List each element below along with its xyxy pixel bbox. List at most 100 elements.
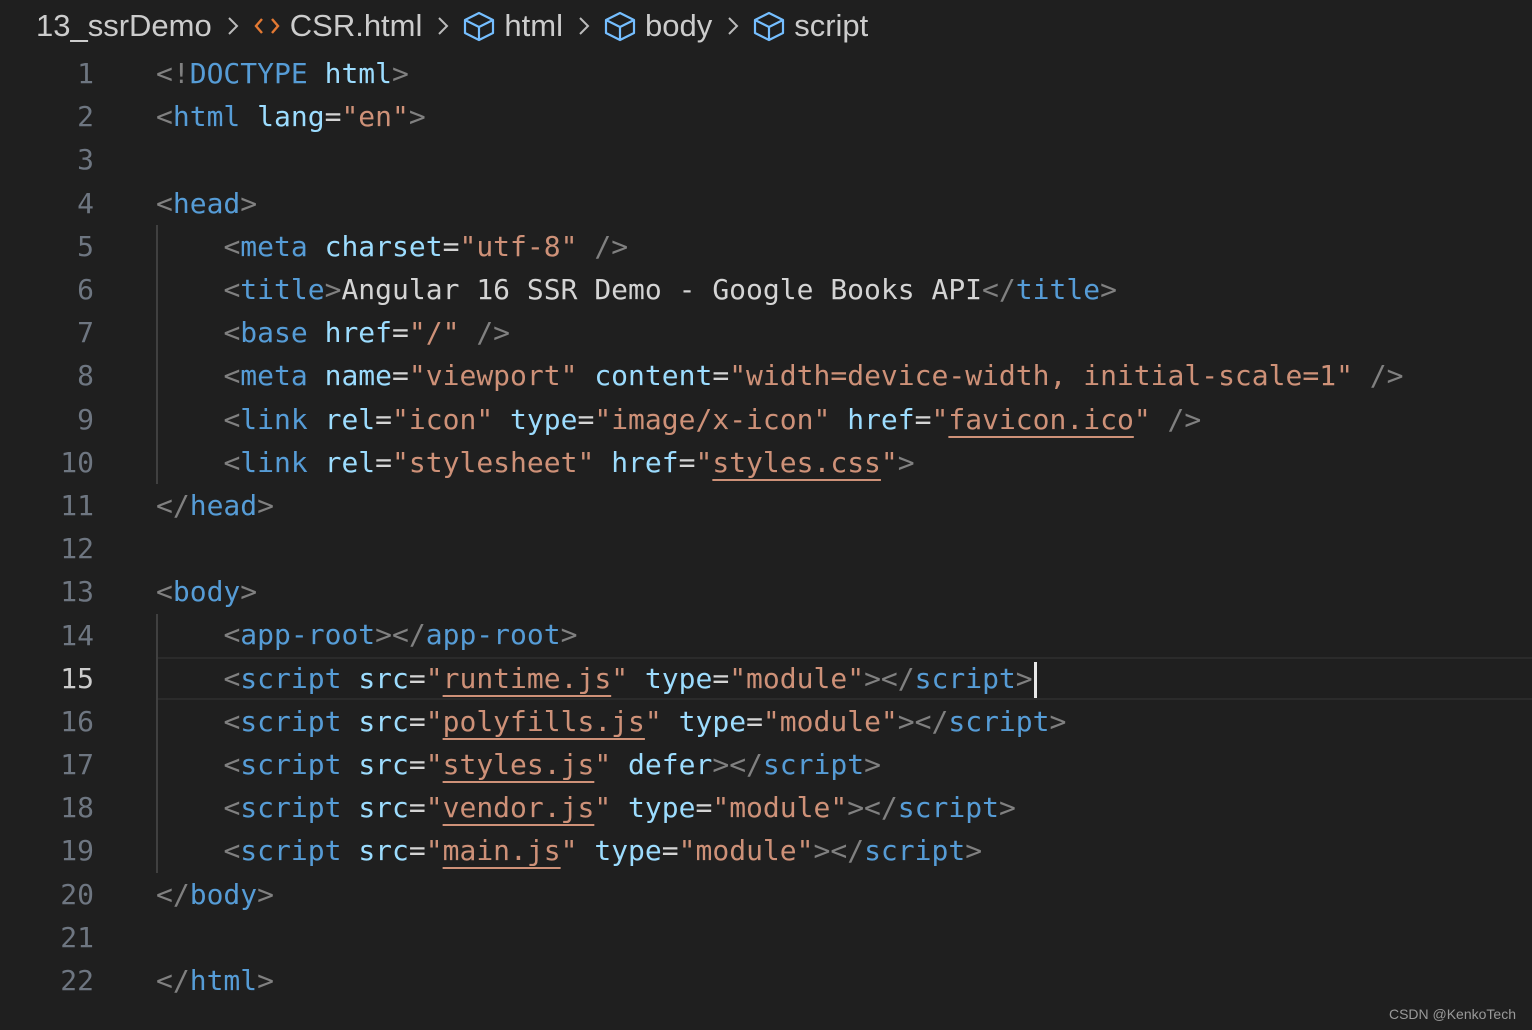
code-editor[interactable]: 1 <!DOCTYPE html> 2 <html lang="en"> 3 4 <head… <box>0 52 1532 1002</box>
code-line[interactable]: 13 <body> <box>0 570 1532 613</box>
code-line[interactable]: 8 <meta name="viewport" content="width=d… <box>0 354 1532 397</box>
code-token: = <box>375 445 393 479</box>
code-token: " <box>1133 402 1151 436</box>
code-token: "/" <box>408 316 460 350</box>
code-token: > <box>392 57 409 90</box>
symbol-element-icon <box>603 10 637 42</box>
code-line[interactable]: 9 <link rel="icon" type="image/x-icon" h… <box>0 398 1532 441</box>
code-token: " <box>425 791 443 825</box>
line-number: 9 <box>77 402 94 436</box>
code-token: head <box>172 186 241 220</box>
code-token: "width=device-width, initial-scale=1" <box>729 359 1353 393</box>
code-token: href <box>611 445 679 479</box>
code-line[interactable]: 16 <script src="polyfills.js" type="modu… <box>0 700 1532 743</box>
file-link[interactable]: runtime.js <box>443 662 612 695</box>
line-number: 11 <box>60 488 94 522</box>
code-line[interactable]: 6 <title>Angular 16 SSR Demo - Google Bo… <box>0 268 1532 311</box>
code-token: </ <box>156 877 190 911</box>
code-token: src <box>358 748 409 781</box>
code-line[interactable]: 4 <head> <box>0 182 1532 225</box>
code-token: > <box>1015 661 1033 695</box>
code-token: /> <box>594 229 629 263</box>
code-line[interactable]: 15 <script src="runtime.js" type="module… <box>0 656 1532 701</box>
code-line[interactable]: 17 <script src="styles.js" defer></scrip… <box>0 743 1532 786</box>
line-number: 20 <box>60 877 94 911</box>
code-token: type <box>510 402 578 436</box>
code-token: script <box>914 661 1016 695</box>
code-text: <script src="runtime.js" type="module"><… <box>156 657 1037 700</box>
code-token: < <box>223 272 241 306</box>
code-token: link <box>240 445 308 479</box>
code-token: title <box>1015 272 1101 306</box>
breadcrumb-file[interactable]: CSR.html <box>252 8 423 44</box>
code-line[interactable]: 18 <script src="vendor.js" type="module"… <box>0 786 1532 829</box>
line-number: 12 <box>60 532 94 566</box>
file-link[interactable]: main.js <box>443 834 561 867</box>
code-line[interactable]: 3 <box>0 138 1532 181</box>
code-token: = <box>375 402 393 436</box>
code-token: < <box>223 834 241 868</box>
code-text: <title>Angular 16 SSR Demo - Google Book… <box>156 268 1116 311</box>
code-token: " <box>594 748 612 781</box>
file-link[interactable]: styles.css <box>712 446 881 479</box>
line-number: 15 <box>60 661 94 695</box>
code-line[interactable]: 14 <app-root></app-root> <box>0 613 1532 656</box>
file-link[interactable]: polyfills.js <box>443 705 645 738</box>
line-number: 8 <box>77 359 94 393</box>
code-token: src <box>358 834 409 868</box>
breadcrumb-symbol-script[interactable]: script <box>752 8 868 44</box>
code-token: = <box>392 316 409 350</box>
code-token: name <box>324 359 393 393</box>
watermark: CSDN @KenkoTech <box>1388 1006 1516 1022</box>
breadcrumb-folder[interactable]: 13_ssrDemo <box>36 8 212 44</box>
code-token: > <box>1049 704 1067 738</box>
code-token: = <box>577 402 595 436</box>
breadcrumb-symbol-html[interactable]: html <box>462 8 563 44</box>
code-token: = <box>661 834 679 868</box>
code-text: <script src="polyfills.js" type="module"… <box>156 700 1066 743</box>
code-token: > <box>965 834 983 868</box>
code-line[interactable]: 22 </html> <box>0 959 1532 1002</box>
code-line[interactable]: 12 <box>0 527 1532 570</box>
code-token: > <box>257 488 275 522</box>
code-token: html <box>172 100 241 134</box>
code-line[interactable]: 2 <html lang="en"> <box>0 95 1532 138</box>
code-token: base <box>240 316 308 350</box>
code-line[interactable]: 1 <!DOCTYPE html> <box>0 52 1532 95</box>
code-token: > <box>240 575 258 609</box>
code-line[interactable]: 11 </head> <box>0 484 1532 527</box>
code-line[interactable]: 5 <meta charset="utf-8" /> <box>0 225 1532 268</box>
code-line[interactable]: 10 <link rel="stylesheet" href="styles.c… <box>0 441 1532 484</box>
code-text: <link rel="icon" type="image/x-icon" hre… <box>156 398 1201 441</box>
breadcrumb-file-label: CSR.html <box>289 8 423 43</box>
code-text: <link rel="stylesheet" href="styles.css"… <box>156 441 914 484</box>
breadcrumb-symbol-body[interactable]: body <box>603 8 712 44</box>
code-line[interactable]: 7 <base href="/" /> <box>0 311 1532 354</box>
file-link[interactable]: vendor.js <box>443 791 595 824</box>
code-line[interactable]: 19 <script src="main.js" type="module"><… <box>0 829 1532 872</box>
code-token: > <box>257 963 275 997</box>
code-line[interactable]: 20 </body> <box>0 873 1532 916</box>
code-token: = <box>712 359 730 393</box>
file-link[interactable]: styles.js <box>443 748 595 781</box>
breadcrumb-symbol-label: body <box>644 8 713 43</box>
code-token: script <box>240 661 342 695</box>
file-link[interactable]: favicon.ico <box>948 403 1133 436</box>
code-token: "icon" <box>392 402 494 436</box>
chevron-right-icon <box>726 14 740 38</box>
code-token: "module" <box>762 704 898 738</box>
code-line[interactable]: 21 <box>0 916 1532 959</box>
code-token: = <box>695 791 713 825</box>
